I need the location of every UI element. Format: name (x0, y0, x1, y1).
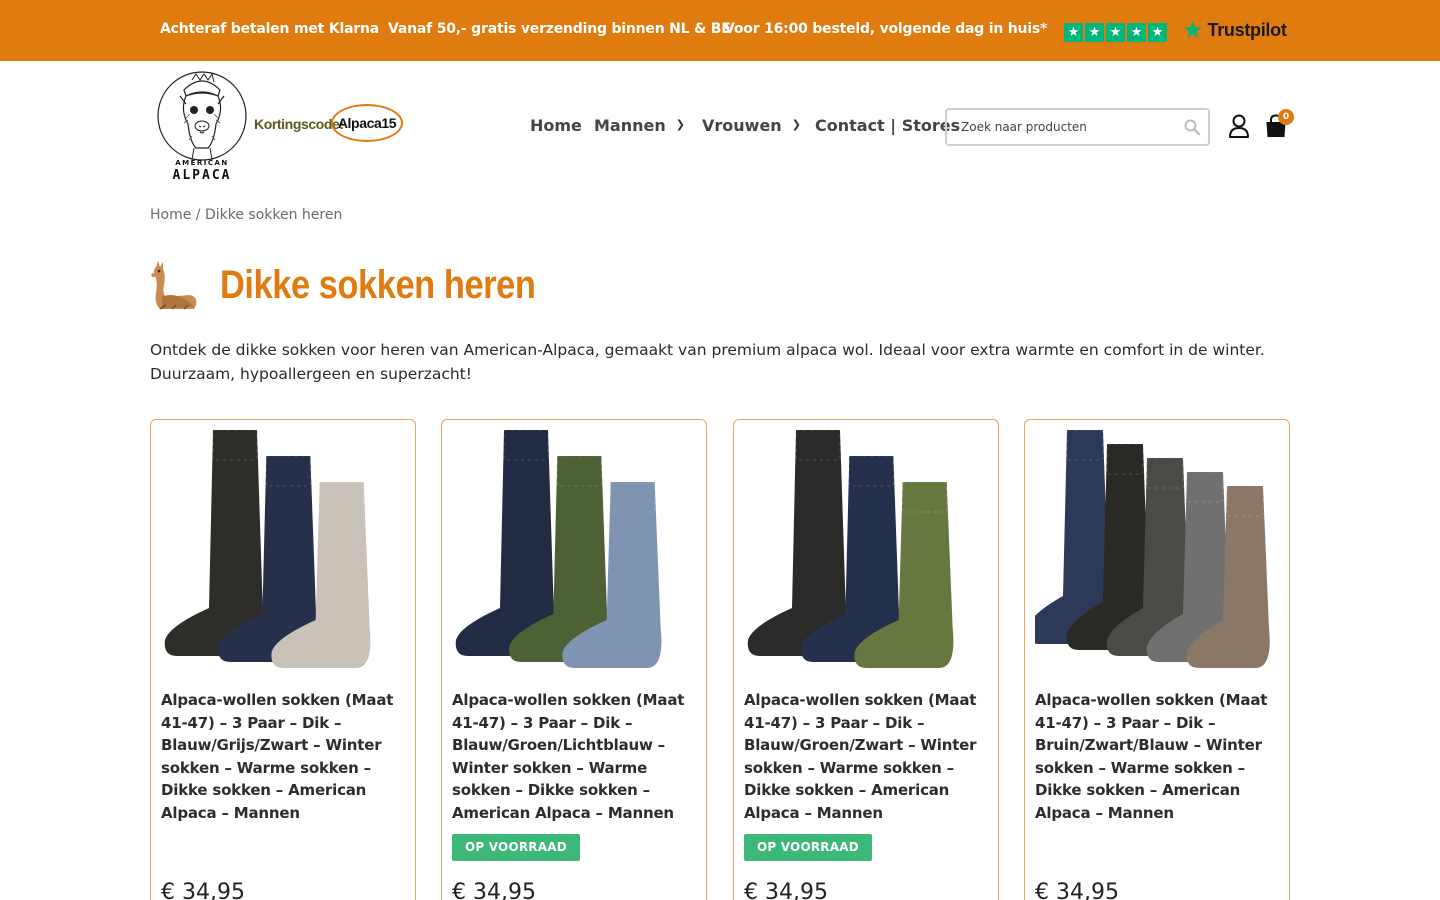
product-price: € 34,95 (744, 880, 828, 900)
user-account-icon[interactable] (1228, 114, 1250, 138)
nav-vrouwen[interactable]: Vrouwen ❯ (702, 116, 801, 135)
usp-next-day: Voor 16:00 besteld, volgende dag in huis… (724, 21, 1048, 37)
coupon-code: Alpaca15 (331, 104, 403, 142)
in-stock-badge: OP VOORRAAD (744, 834, 872, 861)
nav-mannen[interactable]: Mannen ❯ (594, 116, 685, 135)
cart-count-badge: 0 (1278, 109, 1294, 125)
product-image[interactable] (161, 428, 405, 682)
product-title[interactable]: Alpaca-wollen sokken (Maat 41-47) – 3 Pa… (161, 689, 407, 824)
product-image[interactable] (452, 428, 696, 682)
trustpilot-star-icon: ★ (1182, 16, 1204, 44)
in-stock-badge: OP VOORRAAD (452, 834, 580, 861)
nav-contact-stores[interactable]: Contact | Stores (815, 116, 960, 135)
product-title[interactable]: Alpaca-wollen sokken (Maat 41-47) – 3 Pa… (1035, 689, 1281, 824)
chevron-down-icon: ❯ (675, 118, 685, 131)
product-card[interactable]: Alpaca-wollen sokken (Maat 41-47) – 3 Pa… (441, 419, 707, 900)
usp-klarna: Achteraf betalen met Klarna (160, 21, 380, 37)
star-icon: ★ (1148, 23, 1167, 42)
trustpilot-rating-stars[interactable]: ★ ★ ★ ★ ★ (1064, 23, 1167, 42)
product-price: € 34,95 (161, 880, 245, 900)
product-price: € 34,95 (452, 880, 536, 900)
star-icon: ★ (1127, 23, 1146, 42)
trustpilot-logo[interactable]: ★ Trustpilot (1182, 18, 1287, 42)
search-box (945, 108, 1210, 146)
product-price: € 34,95 (1035, 880, 1119, 900)
search-input[interactable] (947, 110, 1177, 144)
top-bar: Achteraf betalen met Klarna Vanaf 50,- g… (0, 0, 1440, 61)
llama-icon (151, 261, 197, 310)
star-icon: ★ (1064, 23, 1083, 42)
product-card[interactable]: Alpaca-wollen sokken (Maat 41-47) – 3 Pa… (733, 419, 999, 900)
product-image[interactable] (1035, 428, 1279, 682)
search-icon[interactable] (1184, 119, 1200, 135)
category-description: Ontdek de dikke sokken voor heren van Am… (150, 341, 1265, 383)
product-card[interactable]: Alpaca-wollen sokken (Maat 41-47) – 3 Pa… (1024, 419, 1290, 900)
product-title[interactable]: Alpaca-wollen sokken (Maat 41-47) – 3 Pa… (744, 689, 990, 824)
logo-wordmark: ALPACA (172, 168, 232, 183)
product-image[interactable] (744, 428, 988, 682)
product-title[interactable]: Alpaca-wollen sokken (Maat 41-47) – 3 Pa… (452, 689, 698, 824)
logo-subtitle: AMERICAN (175, 159, 229, 167)
star-icon: ★ (1106, 23, 1125, 42)
chevron-down-icon: ❯ (791, 118, 801, 131)
star-icon: ★ (1085, 23, 1104, 42)
page-title: Dikke sokken heren (220, 263, 536, 307)
product-card[interactable]: Alpaca-wollen sokken (Maat 41-47) – 3 Pa… (150, 419, 416, 900)
nav-home[interactable]: Home (530, 116, 582, 135)
breadcrumb[interactable]: Home / Dikke sokken heren (150, 207, 342, 223)
usp-free-shipping: Vanaf 50,- gratis verzending binnen NL &… (388, 21, 731, 37)
